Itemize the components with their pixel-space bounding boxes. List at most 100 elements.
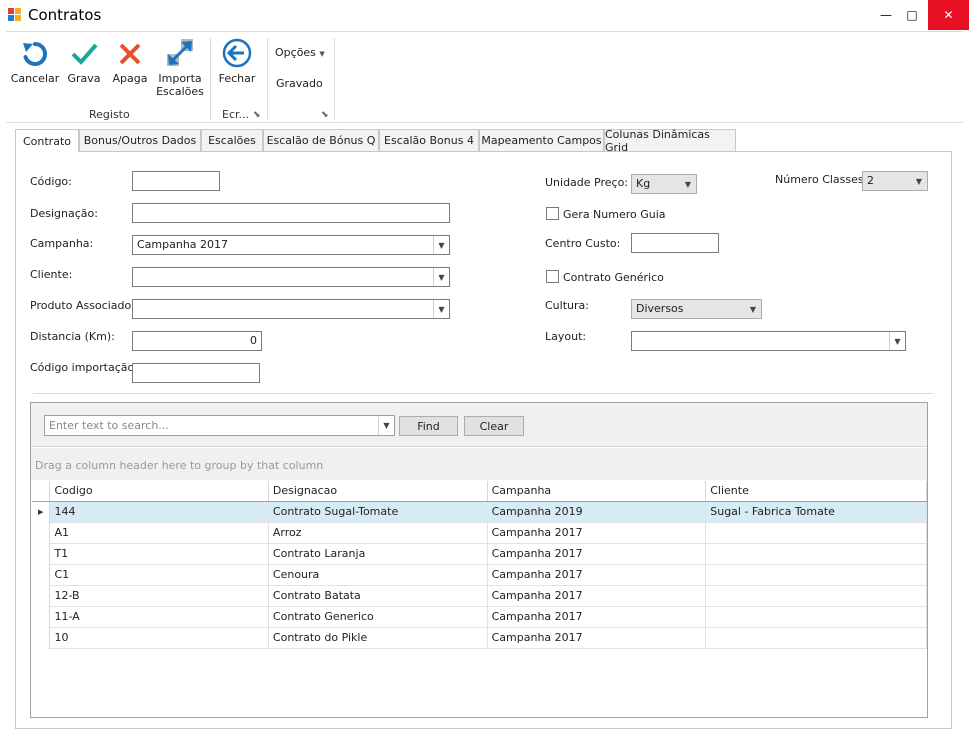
- clear-button[interactable]: Clear: [464, 416, 524, 436]
- table-row[interactable]: ▶ 144 Contrato Sugal-Tomate Campanha 2019 Su…: [32, 501, 927, 523]
- layout-combo[interactable]: ▼: [631, 331, 906, 351]
- table-row[interactable]: 12-B Contrato Batata Campanha 2017: [32, 585, 927, 607]
- undo-icon: [23, 41, 48, 66]
- contrato-generico-checkbox[interactable]: [546, 270, 559, 283]
- tab-escalao-bonus-4[interactable]: Escalão Bonus 4: [379, 129, 479, 151]
- cell-cliente[interactable]: [705, 522, 927, 544]
- find-button[interactable]: Find: [399, 416, 458, 436]
- chevron-down-icon[interactable]: ▼: [433, 268, 449, 286]
- table-row[interactable]: A1 Arroz Campanha 2017: [32, 522, 927, 544]
- campanha-combo[interactable]: Campanha 2017 ▼: [132, 235, 450, 255]
- cell-codigo[interactable]: 10: [49, 627, 269, 649]
- codigo-importacao-input[interactable]: [132, 363, 260, 383]
- cell-campanha[interactable]: Campanha 2017: [487, 606, 707, 628]
- grid-search-input[interactable]: Enter text to search... ▼: [44, 415, 395, 436]
- cancel-button[interactable]: Cancelar: [10, 40, 60, 85]
- codigo-input[interactable]: [132, 171, 220, 191]
- grid-search-placeholder: Enter text to search...: [49, 419, 169, 432]
- cell-cliente[interactable]: [705, 564, 927, 586]
- gera-numero-guia-checkbox[interactable]: [546, 207, 559, 220]
- tab-colunas-dinamicas-grid[interactable]: Colunas Dinâmicas Grid: [604, 128, 736, 154]
- contracts-grid: Enter text to search... ▼ Find Clear Dra…: [30, 402, 928, 718]
- cliente-combo[interactable]: ▼: [132, 267, 450, 287]
- options-label: Opções: [275, 46, 316, 59]
- cell-codigo[interactable]: 144: [49, 501, 269, 523]
- cell-cliente[interactable]: [705, 627, 927, 649]
- back-arrow-icon: [222, 38, 252, 68]
- cell-designacao[interactable]: Cenoura: [268, 564, 488, 586]
- column-header-cliente[interactable]: Cliente: [705, 481, 927, 502]
- cell-campanha[interactable]: Campanha 2017: [487, 564, 707, 586]
- cell-campanha[interactable]: Campanha 2017: [487, 627, 707, 649]
- cell-designacao[interactable]: Arroz: [268, 522, 488, 544]
- tab-bonus-outros-dados[interactable]: Bonus/Outros Dados: [79, 129, 201, 151]
- chevron-down-icon[interactable]: ▼: [433, 236, 449, 254]
- maximize-button[interactable]: □: [895, 0, 929, 30]
- cell-cliente[interactable]: [705, 606, 927, 628]
- chevron-down-icon[interactable]: ▼: [889, 332, 905, 350]
- cultura-value: Diversos: [636, 302, 684, 315]
- ribbon-separator: [210, 38, 211, 120]
- check-icon: [71, 43, 98, 65]
- cell-campanha[interactable]: Campanha 2019: [487, 501, 707, 523]
- cliente-label: Cliente:: [30, 268, 73, 281]
- centro-custo-input[interactable]: [631, 233, 719, 253]
- import-escaloes-button[interactable]: Importa Escalões: [156, 38, 204, 98]
- table-row[interactable]: C1 Cenoura Campanha 2017: [32, 564, 927, 586]
- cell-campanha[interactable]: Campanha 2017: [487, 585, 707, 607]
- cell-designacao[interactable]: Contrato Generico: [268, 606, 488, 628]
- save-button[interactable]: Grava: [64, 40, 104, 85]
- unidade-preco-combo[interactable]: Kg ▼: [631, 174, 697, 194]
- chevron-down-icon[interactable]: ▼: [378, 416, 394, 435]
- cell-codigo[interactable]: A1: [49, 522, 269, 544]
- options-dropdown[interactable]: Opções ▼: [275, 46, 325, 59]
- table-row[interactable]: 11-A Contrato Generico Campanha 2017: [32, 606, 927, 628]
- cell-codigo[interactable]: 12-B: [49, 585, 269, 607]
- designacao-label: Designação:: [30, 207, 98, 220]
- tab-contrato[interactable]: Contrato: [15, 129, 79, 152]
- contracts-table: Codigo Designacao Campanha Cliente ▶ 144 C…: [32, 481, 927, 649]
- tab-escalao-bonus-q[interactable]: Escalão de Bónus Q: [263, 129, 379, 151]
- cell-codigo[interactable]: T1: [49, 543, 269, 565]
- numero-classes-combo[interactable]: 2 ▼: [862, 171, 928, 191]
- cell-designacao[interactable]: Contrato Batata: [268, 585, 488, 607]
- cell-codigo[interactable]: 11-A: [49, 606, 269, 628]
- close-form-button[interactable]: Fechar: [216, 38, 258, 85]
- cell-campanha[interactable]: Campanha 2017: [487, 543, 707, 565]
- table-row[interactable]: 10 Contrato do Pikle Campanha 2017: [32, 627, 927, 649]
- cell-cliente[interactable]: Sugal - Fabrica Tomate: [705, 501, 927, 523]
- tab-escaloes[interactable]: Escalões: [201, 129, 263, 151]
- contrato-generico-label: Contrato Genérico: [563, 271, 664, 284]
- cell-cliente[interactable]: [705, 543, 927, 565]
- tab-mapeamento-campos[interactable]: Mapeamento Campos: [479, 129, 604, 151]
- column-header-campanha[interactable]: Campanha: [487, 481, 707, 502]
- chevron-down-icon[interactable]: ▼: [433, 300, 449, 318]
- group-launcher-icon[interactable]: ⬊: [321, 110, 329, 120]
- cell-designacao[interactable]: Contrato Laranja: [268, 543, 488, 565]
- row-indicator: [32, 522, 51, 543]
- cultura-combo[interactable]: Diversos ▼: [631, 299, 762, 319]
- close-window-button[interactable]: ✕: [928, 0, 969, 30]
- row-indicator: [32, 606, 51, 627]
- chevron-down-icon: ▼: [749, 304, 757, 314]
- centro-custo-label: Centro Custo:: [545, 237, 621, 250]
- column-header-codigo[interactable]: Codigo: [49, 481, 269, 502]
- group-by-panel[interactable]: Drag a column header here to group by th…: [31, 448, 927, 480]
- column-header-designacao[interactable]: Designacao: [268, 481, 488, 502]
- unidade-preco-value: Kg: [636, 177, 651, 190]
- designacao-input[interactable]: [132, 203, 450, 223]
- cell-designacao[interactable]: Contrato do Pikle: [268, 627, 488, 649]
- cell-campanha[interactable]: Campanha 2017: [487, 522, 707, 544]
- codigo-importacao-label: Código importação:: [30, 361, 138, 374]
- delete-button[interactable]: Apaga: [110, 40, 150, 85]
- group-launcher-icon[interactable]: ⬊: [253, 110, 261, 120]
- distancia-input[interactable]: 0: [132, 331, 262, 351]
- cell-codigo[interactable]: C1: [49, 564, 269, 586]
- cell-cliente[interactable]: [705, 585, 927, 607]
- table-row[interactable]: T1 Contrato Laranja Campanha 2017: [32, 543, 927, 565]
- cell-designacao[interactable]: Contrato Sugal-Tomate: [268, 501, 488, 523]
- distancia-label: Distancia (Km):: [30, 330, 115, 343]
- produto-combo[interactable]: ▼: [132, 299, 450, 319]
- app-icon: [8, 8, 21, 21]
- codigo-label: Código:: [30, 175, 72, 188]
